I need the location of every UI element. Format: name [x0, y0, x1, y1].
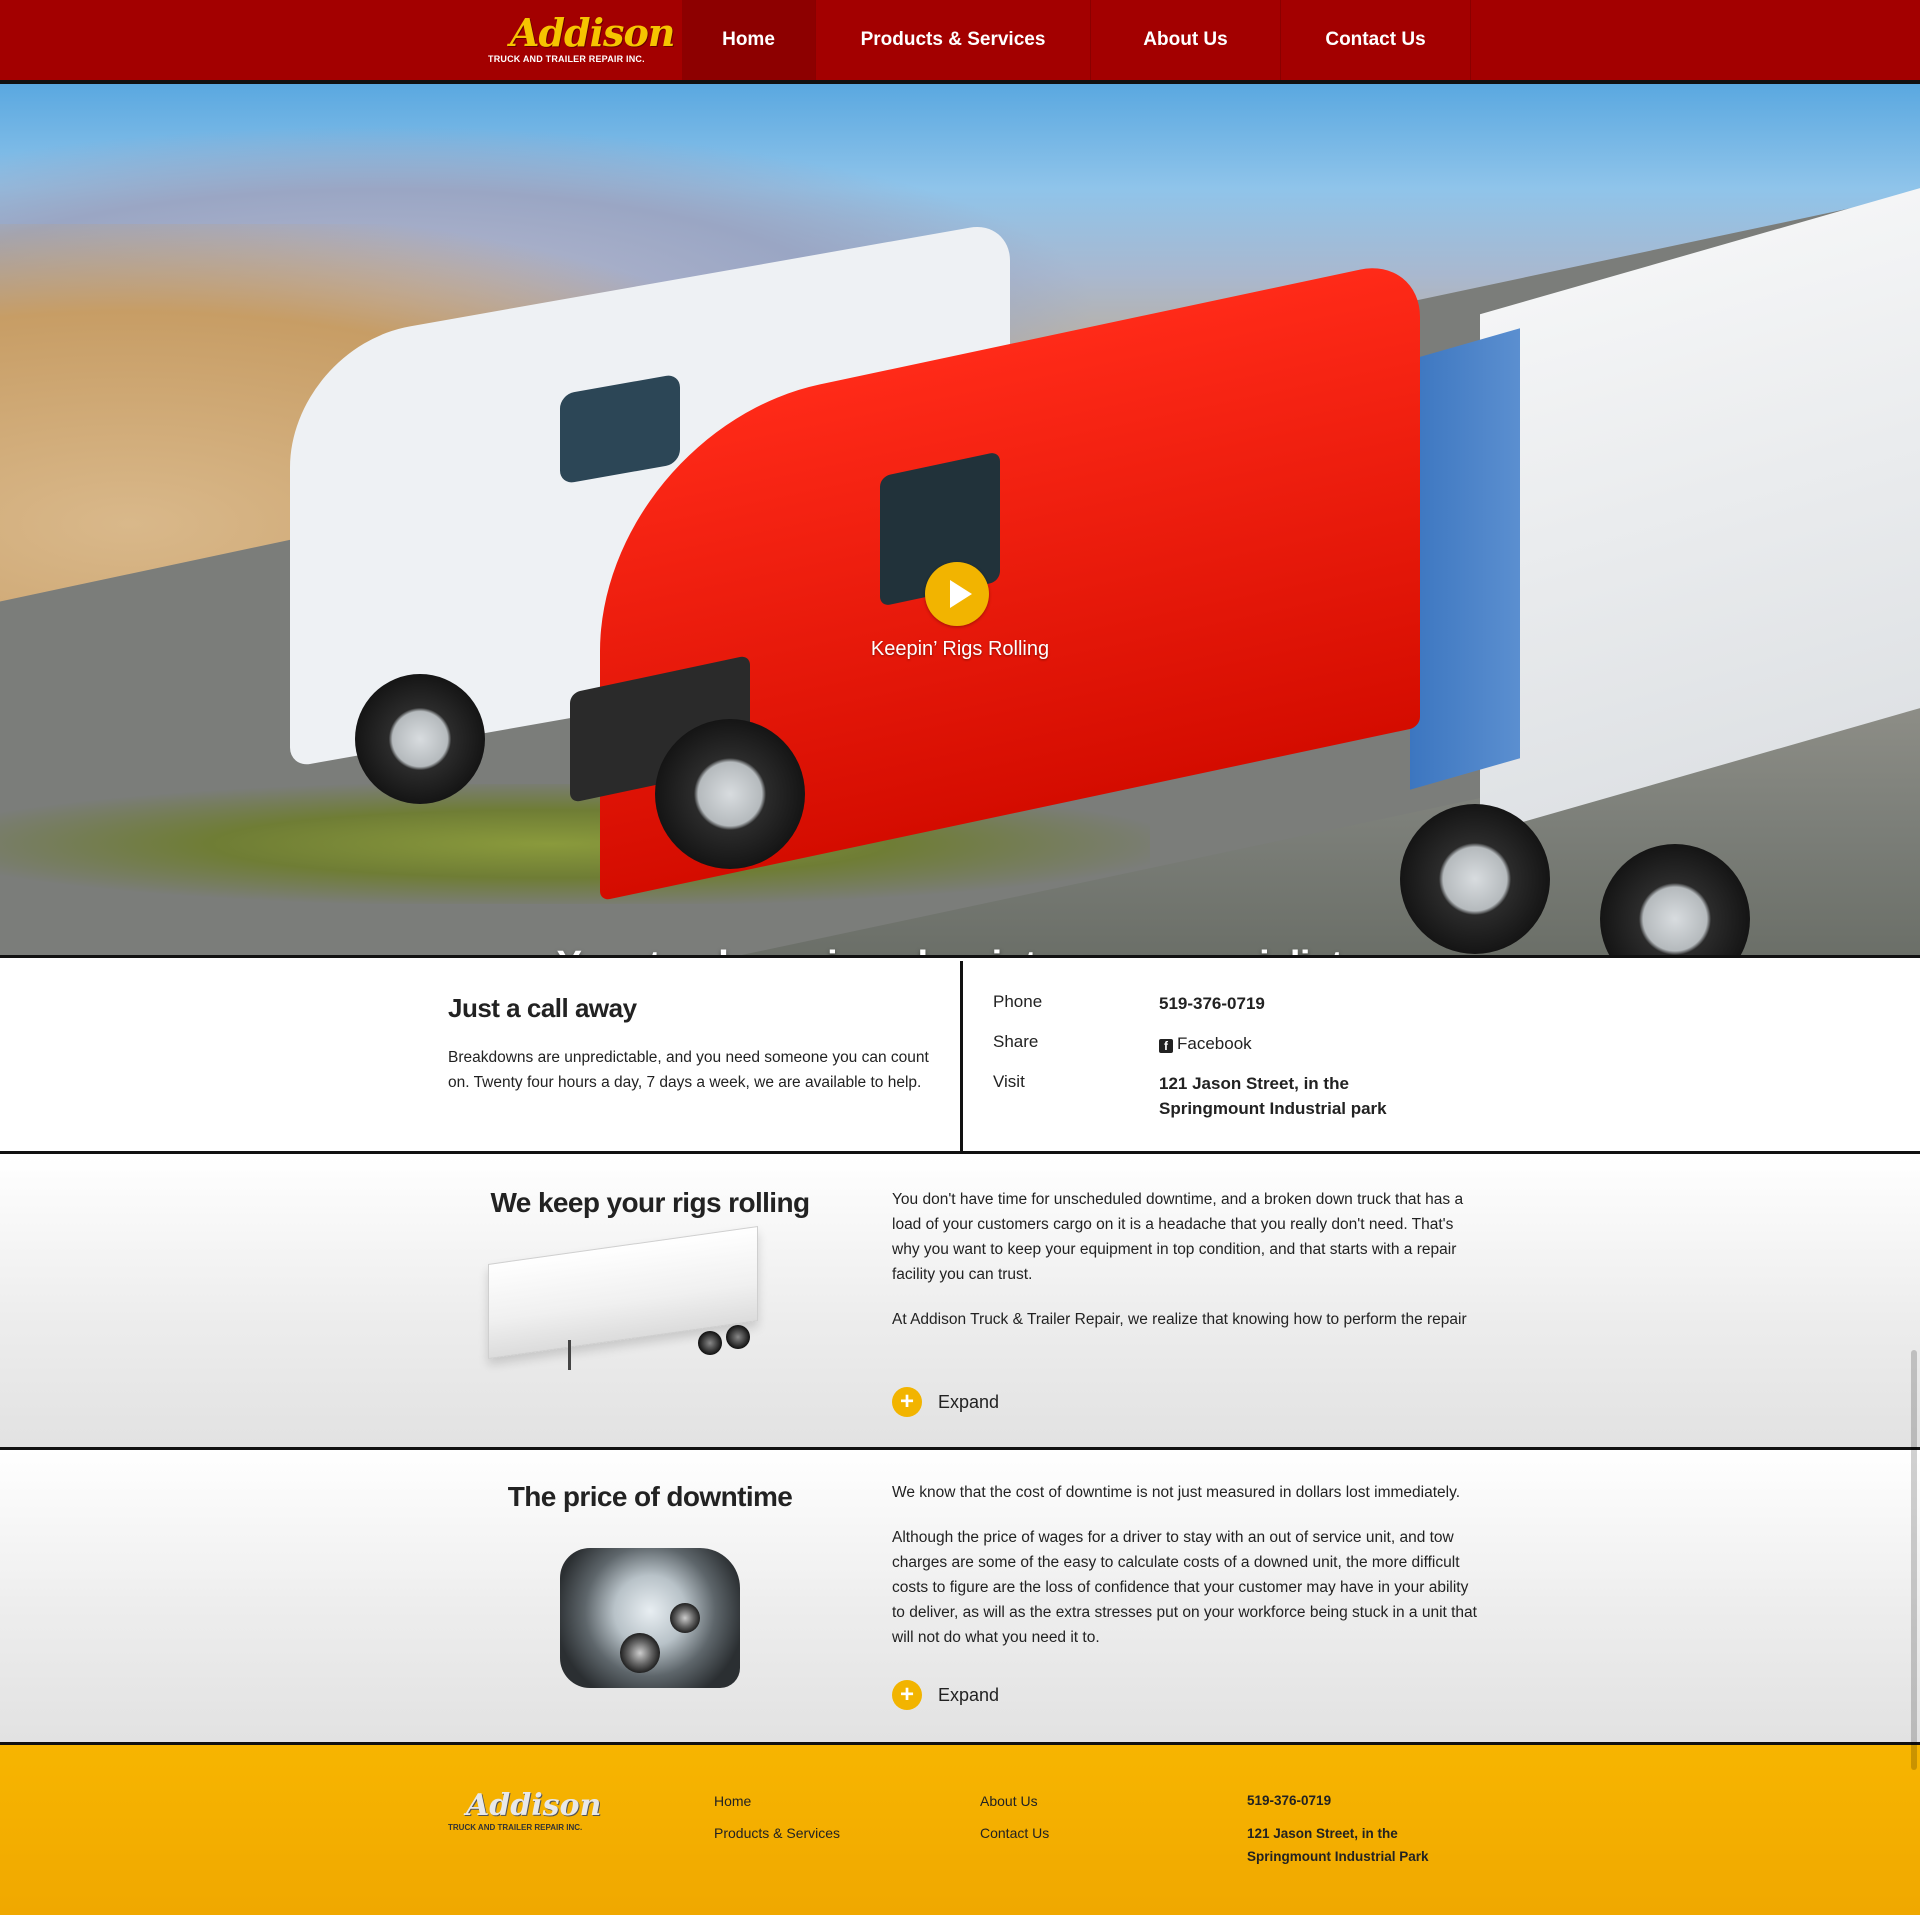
section-text: We know that the cost of downtime is not…	[892, 1480, 1482, 1656]
footer-logo-script: Addison	[466, 1788, 602, 1823]
hero-trailer-front	[1410, 328, 1520, 790]
hero-wheel	[655, 719, 805, 869]
address-line-2: Springmount Industrial park	[1159, 1099, 1387, 1118]
hero-trailer	[1480, 153, 1920, 835]
address-line-1: 121 Jason Street, in the	[1159, 1074, 1349, 1093]
hero-wheel	[1600, 844, 1750, 955]
footer-link-contact-us[interactable]: Contact Us	[980, 1825, 1049, 1841]
trailer-leg	[568, 1340, 571, 1370]
footer-link-about-us[interactable]: About Us	[980, 1793, 1038, 1809]
nav-item-home[interactable]: Home	[682, 0, 816, 80]
section-keep-rolling: We keep your rigs rolling You don't have…	[0, 1157, 1920, 1450]
expand-label: Expand	[938, 1684, 1000, 1705]
visit-label: Visit	[993, 1072, 1025, 1091]
share-label: Share	[993, 1032, 1039, 1051]
section-text: You don't have time for unscheduled down…	[892, 1187, 1482, 1337]
section-price-of-downtime: The price of downtime We know that the c…	[0, 1450, 1920, 1745]
trailer-wheel	[698, 1331, 722, 1355]
address: 121 Jason Street, in the Springmount Ind…	[1159, 1071, 1387, 1121]
hero-banner: Keepin’ Rigs Rolling Your truck repair a…	[0, 84, 1920, 958]
nav-item-contact-us[interactable]: Contact Us	[1281, 0, 1471, 80]
footer-logo[interactable]: Addison TRUCK AND TRAILER REPAIR INC.	[448, 1788, 608, 1833]
call-away-title: Just a call away	[448, 993, 637, 1023]
engine-pulley	[620, 1633, 660, 1673]
plus-icon: +	[892, 1680, 922, 1710]
plus-icon: +	[892, 1387, 922, 1417]
phone-value[interactable]: 519-376-0719	[1159, 991, 1265, 1016]
footer-phone[interactable]: 519-376-0719	[1247, 1789, 1331, 1812]
expand-label: Expand	[938, 1391, 1000, 1412]
logo-script: Addison	[510, 10, 675, 55]
facebook-link[interactable]: f Facebook	[1159, 1031, 1252, 1056]
page-scrollbar[interactable]	[1911, 1350, 1917, 1770]
footer: Addison TRUCK AND TRAILER REPAIR INC. Ho…	[0, 1745, 1920, 1915]
footer-logo-subtitle: TRUCK AND TRAILER REPAIR INC.	[448, 1823, 583, 1832]
hero-wheel	[1400, 804, 1550, 954]
hero-wheel	[355, 674, 485, 804]
section-paragraph: At Addison Truck & Trailer Repair, we re…	[892, 1311, 1467, 1337]
section-paragraph: We know that the cost of downtime is not…	[892, 1484, 1461, 1501]
phone-label: Phone	[993, 992, 1043, 1011]
footer-address-line-1: 121 Jason Street, in the	[1247, 1826, 1398, 1841]
footer-link-products-services[interactable]: Products & Services	[714, 1825, 840, 1841]
trailer-wheel	[726, 1325, 750, 1349]
engine-image	[550, 1538, 750, 1703]
expand-button[interactable]: + Expand	[892, 1680, 999, 1710]
nav-item-about-us[interactable]: About Us	[1091, 0, 1281, 80]
footer-link-home[interactable]: Home	[714, 1793, 751, 1809]
section-title: The price of downtime	[507, 1481, 793, 1512]
site-logo[interactable]: Addison TRUCK AND TRAILER REPAIR INC.	[488, 10, 675, 70]
contact-strip: Just a call away Breakdowns are unpredic…	[0, 961, 1920, 1154]
facebook-icon: f	[1159, 1039, 1173, 1053]
section-paragraph: Although the price of wages for a driver…	[892, 1529, 1477, 1646]
nav-menu: Home Products & Services About Us Contac…	[682, 0, 1471, 80]
top-nav: Addison TRUCK AND TRAILER REPAIR INC. Ho…	[0, 0, 1920, 84]
section-paragraph: You don't have time for unscheduled down…	[892, 1191, 1464, 1283]
call-away-text: Breakdowns are unpredictable, and you ne…	[448, 1049, 929, 1091]
video-play-button[interactable]	[925, 562, 989, 626]
vertical-divider	[960, 961, 963, 1151]
video-label: Keepin’ Rigs Rolling	[870, 638, 1050, 660]
expand-button[interactable]: + Expand	[892, 1387, 999, 1417]
logo-subtitle: TRUCK AND TRAILER REPAIR INC.	[488, 54, 645, 64]
trailer-image	[488, 1226, 778, 1375]
facebook-link-label: Facebook	[1177, 1034, 1252, 1053]
engine-pulley	[670, 1603, 700, 1633]
footer-address-line-2: Springmount Industrial Park	[1247, 1849, 1429, 1864]
section-title: We keep your rigs rolling	[490, 1187, 810, 1218]
nav-item-products-services[interactable]: Products & Services	[816, 0, 1091, 80]
hero-tagline: Your truck repair and maintenance specia…	[400, 944, 1520, 955]
play-icon	[950, 580, 972, 608]
footer-address: 121 Jason Street, in the Springmount Ind…	[1247, 1822, 1429, 1868]
